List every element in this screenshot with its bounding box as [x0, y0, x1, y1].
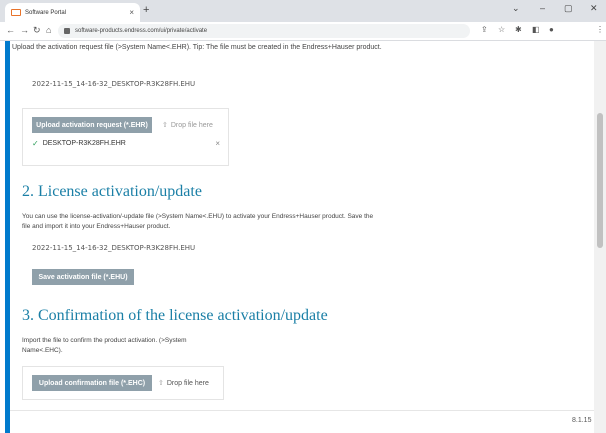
- reload-icon[interactable]: ↻: [33, 25, 41, 36]
- version-label: 8.1.15: [572, 417, 592, 424]
- bookmark-star-icon[interactable]: ☆: [498, 25, 505, 34]
- uploaded-filename: DESKTOP-R3K28FH.EHR: [42, 140, 126, 147]
- upload-arrow-icon: ⇧: [162, 122, 168, 129]
- back-arrow-icon[interactable]: ←: [6, 25, 15, 35]
- upload-request-instructions: Upload the activation request file (>Sys…: [12, 44, 382, 51]
- sidebar-icon[interactable]: ◧: [532, 25, 540, 34]
- save-activation-file-button[interactable]: Save activation file (*.EHU): [32, 269, 134, 285]
- tab-title: Software Portal: [25, 9, 67, 16]
- checkmark-icon: ✓: [32, 139, 39, 148]
- license-activation-heading: 2. License activation/update: [22, 183, 202, 200]
- url-text: software-products.endress.com/ui/private…: [75, 28, 208, 34]
- browser-nav-bar: ← → ↻ ⌂ software-products.endress.com/ui…: [0, 22, 606, 41]
- tab-close-icon[interactable]: ×: [129, 8, 134, 17]
- browser-tab[interactable]: Software Portal ×: [5, 3, 140, 22]
- lock-icon: [64, 28, 70, 34]
- drop-file-here[interactable]: ⇧ Drop file here: [162, 121, 213, 129]
- upload-activation-request-button[interactable]: Upload activation request (*.EHR): [32, 117, 152, 133]
- restore-button[interactable]: ▢: [564, 3, 573, 14]
- profile-avatar-icon[interactable]: ●: [549, 25, 554, 34]
- minimize-button[interactable]: –: [540, 3, 545, 13]
- uploaded-file-row: ✓ DESKTOP-R3K28FH.EHR ×: [32, 138, 220, 149]
- remove-file-icon[interactable]: ×: [215, 139, 220, 148]
- drop-label: Drop file here: [166, 380, 209, 387]
- tab-search-chevron-icon[interactable]: ⌄: [512, 3, 520, 14]
- upload-arrow-icon: ⇧: [158, 380, 164, 387]
- drop-label: Drop file here: [170, 122, 213, 129]
- share-icon[interactable]: ⇪: [481, 25, 488, 34]
- address-bar[interactable]: software-products.endress.com/ui/private…: [58, 24, 470, 38]
- upload-confirmation-file-button[interactable]: Upload confirmation file (*.EHC): [32, 375, 152, 391]
- scrollbar-thumb[interactable]: [597, 113, 603, 248]
- confirmation-description: Import the file to confirm the product a…: [22, 337, 187, 354]
- browser-tab-bar: Software Portal × + ⌄ – ▢ ✕: [0, 0, 606, 22]
- browser-menu-icon[interactable]: ⋮: [596, 25, 604, 34]
- confirmation-heading: 3. Confirmation of the license activatio…: [22, 307, 328, 324]
- activation-filename: 2022-11-15_14-16-32_DESKTOP-R3K28FH.EHU: [32, 244, 196, 252]
- window-close-button[interactable]: ✕: [590, 3, 598, 14]
- drop-file-here-2[interactable]: ⇧ Drop file here: [158, 379, 209, 387]
- generated-filename: 2022-11-15_14-16-32_DESKTOP-R3K28FH.EHU: [32, 80, 196, 88]
- license-activation-description: You can use the license-activation/-upda…: [22, 213, 374, 230]
- forward-arrow-icon[interactable]: →: [20, 25, 29, 35]
- footer-divider: [10, 410, 594, 411]
- new-tab-button[interactable]: +: [143, 4, 149, 16]
- extensions-puzzle-icon[interactable]: ✱: [515, 25, 522, 34]
- home-icon[interactable]: ⌂: [46, 25, 51, 35]
- site-favicon-icon: [11, 9, 21, 16]
